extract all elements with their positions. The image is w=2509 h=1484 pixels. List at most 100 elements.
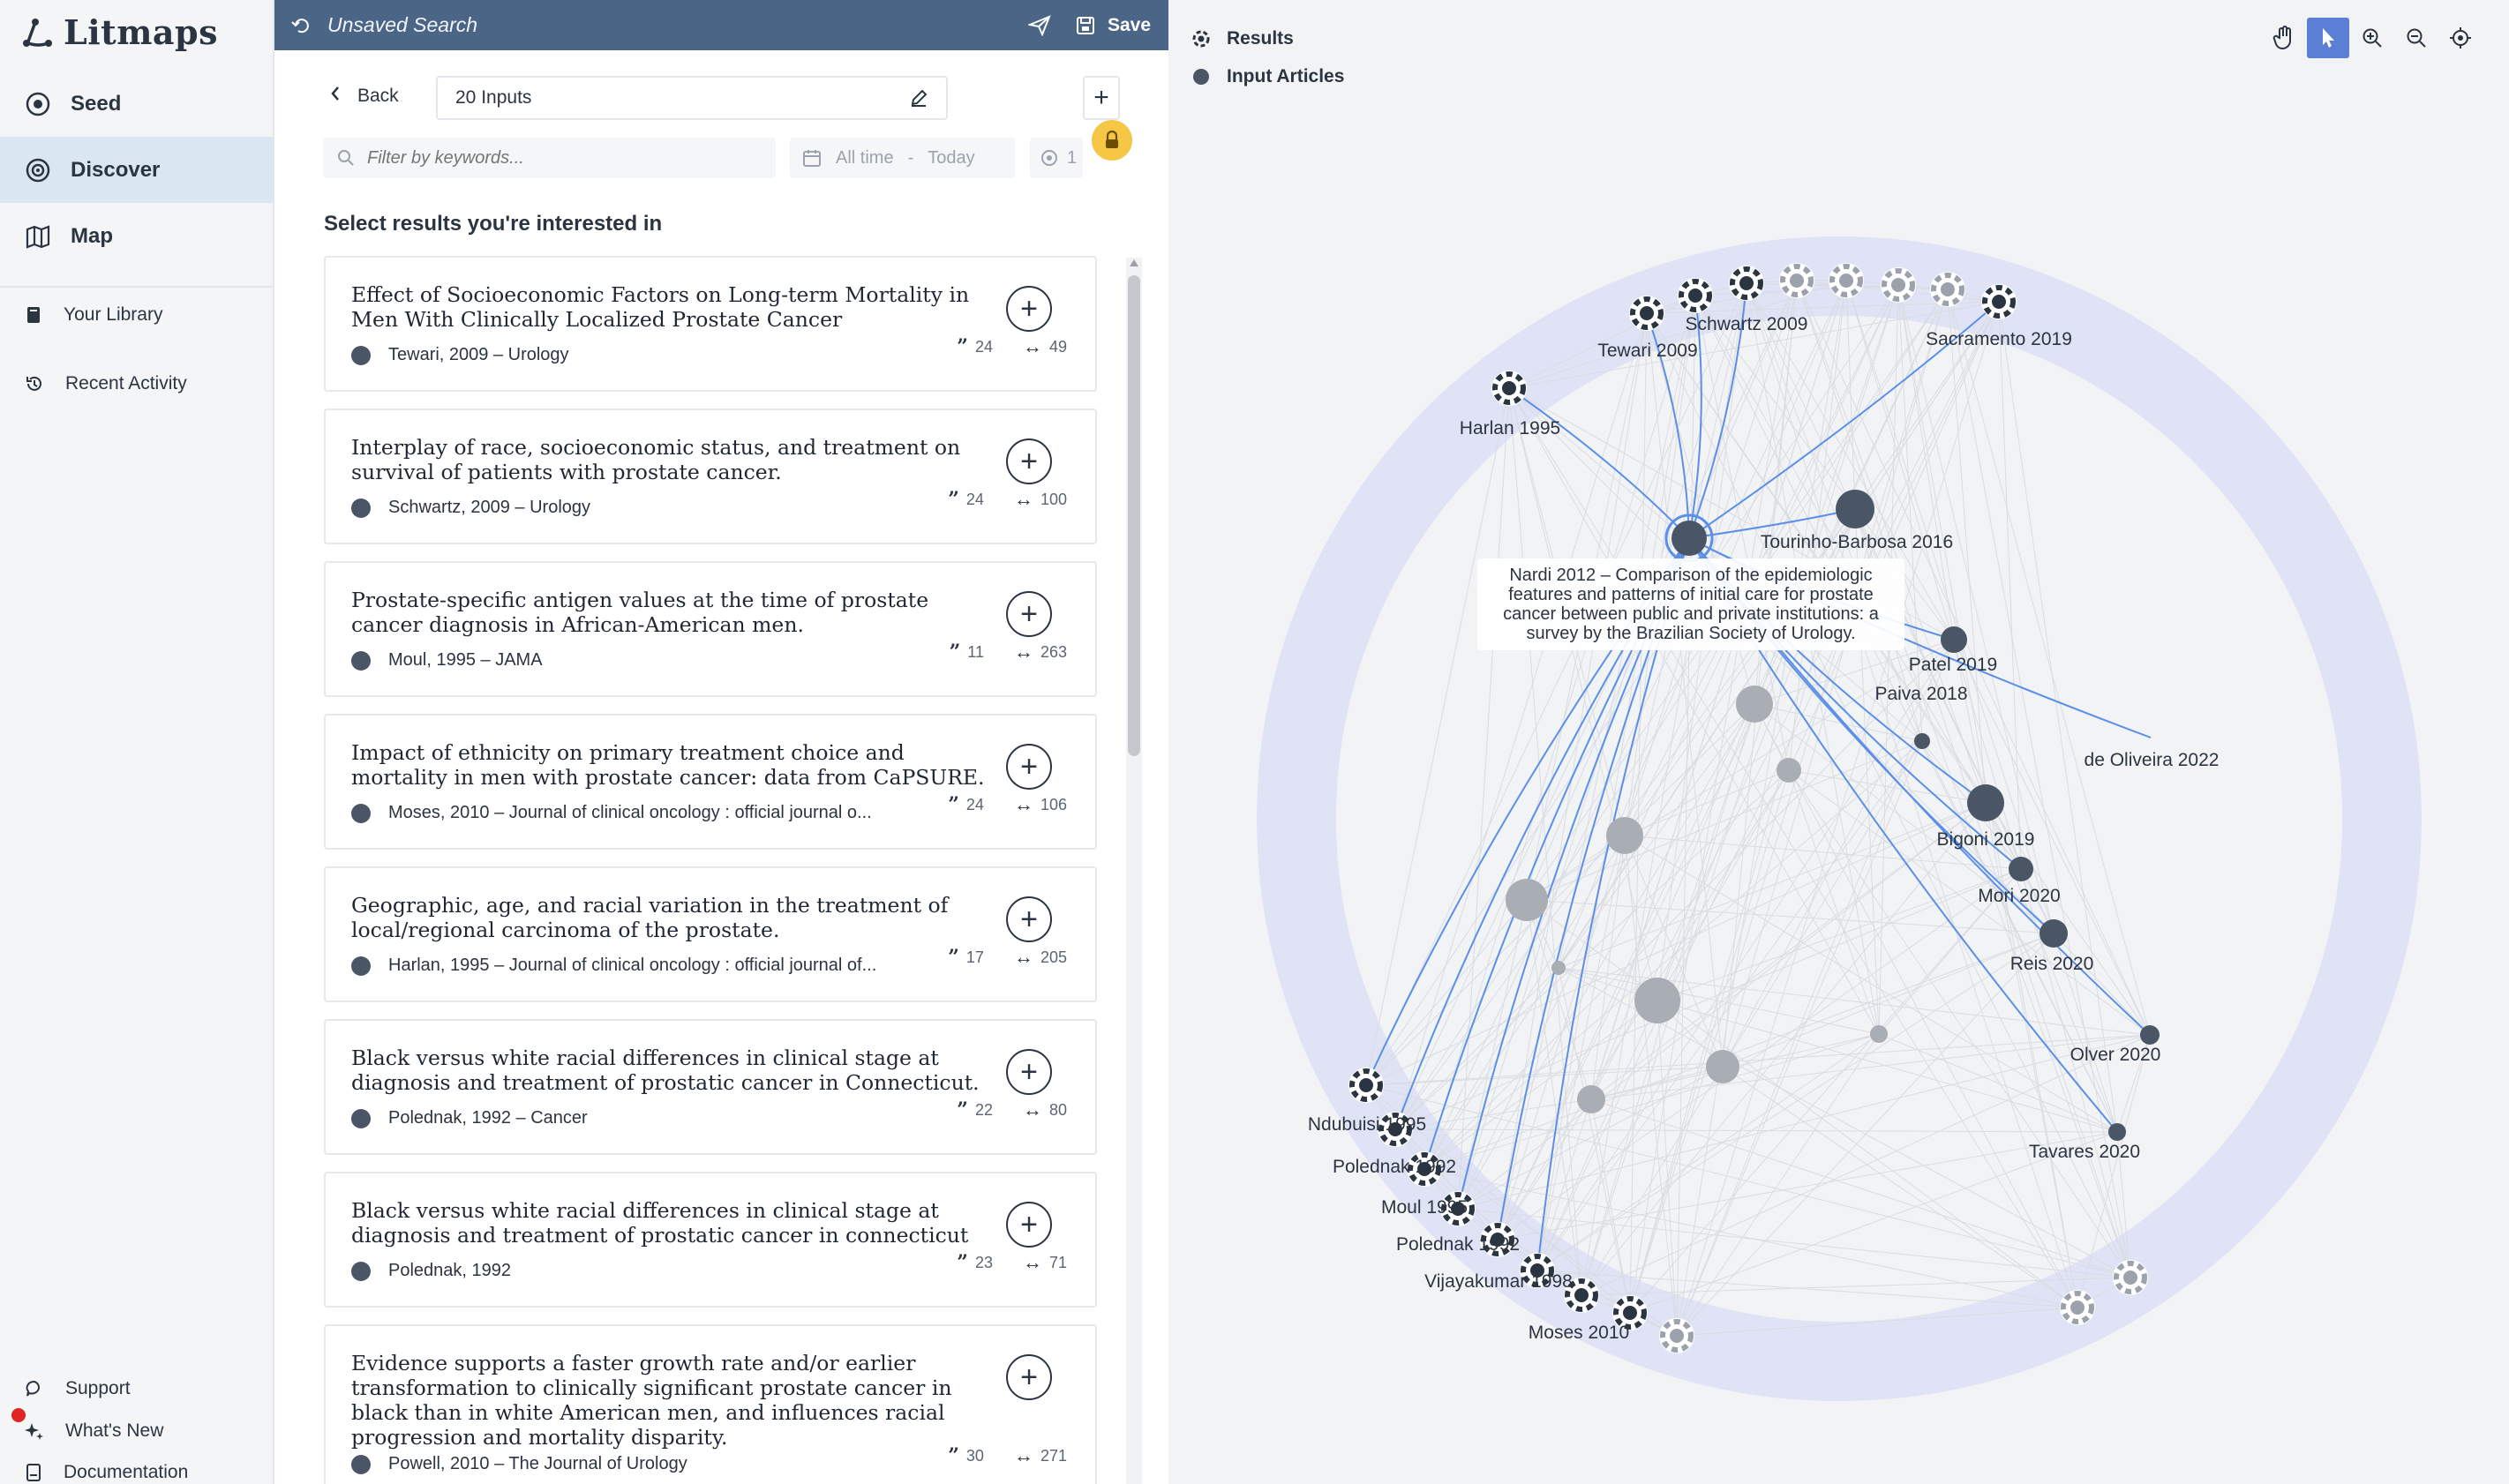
result-card[interactable]: Effect of Socioeconomic Factors on Long-…: [324, 256, 1097, 392]
input-article-node[interactable]: [1967, 784, 2004, 821]
result-title[interactable]: Prostate-specific antigen values at the …: [351, 588, 995, 637]
nav-whats-new[interactable]: What's New: [0, 1409, 273, 1453]
add-result-button[interactable]: +: [1006, 438, 1052, 484]
arrows-icon: ↔: [1022, 1251, 1042, 1273]
result-title[interactable]: Black versus white racial differences in…: [351, 1046, 995, 1095]
nav-documentation[interactable]: Documentation: [0, 1450, 273, 1484]
result-node[interactable]: [1506, 879, 1548, 921]
lock-badge[interactable]: [1092, 120, 1132, 161]
nav-recent-activity[interactable]: Recent Activity: [0, 362, 273, 406]
selected-node[interactable]: [1671, 521, 1707, 556]
result-title[interactable]: Impact of ethnicity on primary treatment…: [351, 740, 995, 790]
date-range-filter[interactable]: All time - Today: [790, 138, 1015, 178]
extra-filter-value: 1: [1067, 147, 1078, 168]
result-title[interactable]: Geographic, age, and racial variation in…: [351, 893, 995, 942]
extra-filter[interactable]: 1: [1030, 138, 1083, 178]
node-label[interactable]: Patel 2019: [1909, 655, 1997, 676]
input-article-node[interactable]: [1836, 490, 1874, 528]
date-separator: -: [907, 147, 914, 168]
result-node[interactable]: [1777, 758, 1801, 783]
result-title[interactable]: Interplay of race, socioeconomic status,…: [351, 435, 995, 484]
result-card[interactable]: Impact of ethnicity on primary treatment…: [324, 714, 1097, 850]
scroll-up-icon[interactable]: [1130, 259, 1138, 266]
input-article-node[interactable]: [1914, 733, 1930, 749]
add-result-button[interactable]: +: [1006, 896, 1052, 942]
node-label[interactable]: Vijayakumar 1998: [1424, 1271, 1573, 1293]
node-label[interactable]: Tavares 2020: [2029, 1142, 2140, 1163]
result-title[interactable]: Effect of Socioeconomic Factors on Long-…: [351, 282, 995, 332]
nav-discover[interactable]: Discover: [0, 137, 273, 203]
arrows-icon: ↔: [1013, 946, 1033, 968]
add-input-button[interactable]: +: [1083, 76, 1120, 120]
node-label[interactable]: Olver 2020: [2070, 1045, 2161, 1066]
result-title[interactable]: Evidence supports a faster growth rate a…: [351, 1351, 995, 1450]
keyword-filter[interactable]: [323, 138, 776, 178]
keyword-filter-input[interactable]: [367, 147, 755, 169]
recenter-button[interactable]: [2439, 18, 2482, 58]
node-label[interactable]: Ndubuisi 1995: [1308, 1114, 1426, 1135]
node-label[interactable]: Polednak 1992: [1333, 1157, 1456, 1178]
back-button-label: Back: [357, 86, 399, 106]
node-label[interactable]: Paiva 2018: [1874, 684, 1967, 705]
add-result-button[interactable]: +: [1006, 1049, 1052, 1095]
result-card[interactable]: Black versus white racial differences in…: [324, 1019, 1097, 1155]
zoom-in-button[interactable]: [2351, 18, 2393, 58]
node-label[interactable]: Polednak 1992: [1396, 1234, 1520, 1255]
edit-icon[interactable]: [909, 88, 928, 113]
result-card[interactable]: Black versus white racial differences in…: [324, 1172, 1097, 1308]
node-label[interactable]: Tourinho-Barbosa 2016: [1761, 532, 1953, 553]
result-node[interactable]: [1634, 978, 1680, 1023]
node-label[interactable]: Moul 1995: [1381, 1197, 1468, 1218]
result-source: Powell, 2010 – The Journal of Urology: [388, 1454, 687, 1473]
add-result-button[interactable]: +: [1006, 591, 1052, 637]
node-label[interactable]: Bigoni 2019: [1937, 829, 2035, 851]
back-button[interactable]: Back: [329, 85, 399, 108]
input-article-node[interactable]: [2009, 857, 2033, 881]
zoom-out-button[interactable]: [2395, 18, 2438, 58]
nav-seed[interactable]: Seed: [0, 71, 273, 137]
input-article-node[interactable]: [2140, 1025, 2160, 1045]
result-node[interactable]: [1606, 817, 1643, 854]
input-article-node[interactable]: [2108, 1123, 2126, 1141]
citation-graph[interactable]: [1168, 0, 2509, 1484]
add-result-button[interactable]: +: [1006, 744, 1052, 790]
add-result-button[interactable]: +: [1006, 286, 1052, 332]
input-article-node[interactable]: [1941, 626, 1967, 653]
node-label[interactable]: Moses 2010: [1529, 1323, 1629, 1344]
result-stats: ” 24 ↔ 100: [948, 488, 1067, 511]
result-card[interactable]: Interplay of race, socioeconomic status,…: [324, 408, 1097, 544]
node-label[interactable]: de Oliveira 2022: [2085, 750, 2220, 771]
save-button[interactable]: Save: [1076, 15, 1151, 36]
result-node[interactable]: [1577, 1085, 1605, 1113]
result-node[interactable]: [1551, 961, 1566, 975]
result-title[interactable]: Black versus white racial differences in…: [351, 1198, 995, 1248]
undo-icon[interactable]: [290, 16, 310, 35]
nav-recent-activity-label: Recent Activity: [65, 373, 187, 393]
result-node[interactable]: [1706, 1050, 1739, 1083]
input-article-node[interactable]: [2040, 919, 2068, 948]
nav-your-library[interactable]: Your Library: [0, 293, 273, 337]
result-card[interactable]: Prostate-specific antigen values at the …: [324, 561, 1097, 697]
result-card[interactable]: Evidence supports a faster growth rate a…: [324, 1324, 1097, 1484]
brand-logo[interactable]: Litmaps: [21, 12, 218, 52]
nav-support[interactable]: Support: [0, 1367, 273, 1411]
node-label[interactable]: Mori 2020: [1978, 886, 2060, 907]
node-label[interactable]: Sacramento 2019: [1926, 329, 2072, 350]
citation-map[interactable]: Results Input Articles Nardi 2012 – Comp…: [1168, 0, 2509, 1484]
node-label[interactable]: Schwartz 2009: [1686, 314, 1808, 335]
inputs-selector[interactable]: 20 Inputs: [436, 76, 948, 120]
results-scrollbar-thumb[interactable]: [1128, 275, 1140, 756]
add-result-button[interactable]: +: [1006, 1354, 1052, 1400]
node-label[interactable]: Harlan 1995: [1460, 418, 1560, 439]
search-title[interactable]: Unsaved Search: [327, 13, 477, 37]
pan-tool-button[interactable]: [2263, 18, 2305, 58]
result-node[interactable]: [1736, 686, 1773, 723]
result-node[interactable]: [1870, 1025, 1888, 1043]
add-result-button[interactable]: +: [1006, 1202, 1052, 1248]
nav-map[interactable]: Map: [0, 203, 273, 269]
node-label[interactable]: Tewari 2009: [1597, 341, 1697, 362]
result-card[interactable]: Geographic, age, and racial variation in…: [324, 866, 1097, 1002]
send-icon[interactable]: [1027, 14, 1051, 36]
select-tool-button[interactable]: [2307, 18, 2349, 58]
node-label[interactable]: Reis 2020: [2010, 954, 2094, 975]
